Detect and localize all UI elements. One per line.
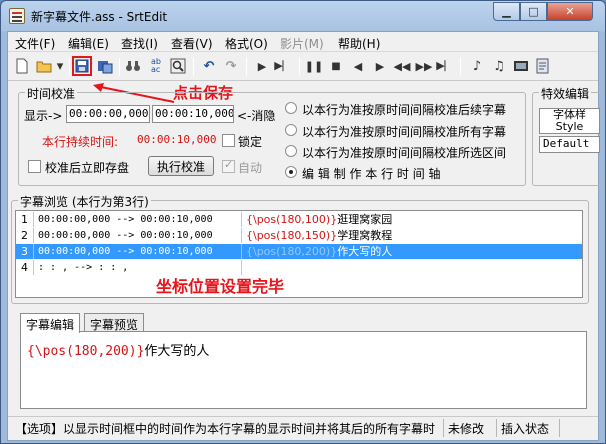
- subtitle-editor[interactable]: {\pos(180,200)}作大写的人: [20, 331, 587, 409]
- editor-tag: {\pos(180,200)}: [27, 344, 145, 359]
- open-dropdown-icon[interactable]: ▾: [53, 56, 67, 76]
- lock-label: 锁定: [238, 135, 263, 149]
- duration-label: 本行持续时间:: [42, 135, 119, 149]
- step-back-icon[interactable]: ◀: [348, 56, 368, 76]
- radio-all[interactable]: [285, 124, 297, 136]
- status-bar: 【选项】以显示时间框中的时间作为本行字幕的显示时间并将其后的所有字幕时 未修改 …: [8, 416, 598, 438]
- radio-range[interactable]: [285, 145, 297, 157]
- export-icon[interactable]: [533, 56, 553, 76]
- window-title: 新字幕文件.ass - SrtEdit: [31, 10, 168, 24]
- play-icon[interactable]: ▶: [252, 56, 272, 76]
- app-window: 新字幕文件.ass - SrtEdit ▁ □ ✕ 文件(F) 编辑(E) 查找…: [0, 0, 606, 444]
- subtitle-list[interactable]: 1 00:00:00,000 --> 00:00:10,000 {\pos(18…: [15, 210, 583, 298]
- find-icon[interactable]: [123, 56, 143, 76]
- done-annotation: 坐标位置设置完毕: [156, 277, 285, 296]
- subtitle-row-selected[interactable]: 3 00:00:00,000 --> 00:00:10,000 {\pos(18…: [16, 244, 582, 259]
- radio-edit-line-label: 编 辑 制 作 本 行 时 间 轴: [302, 167, 441, 181]
- menu-movie[interactable]: 影片(M): [280, 35, 324, 52]
- audio-wave-icon[interactable]: ♫: [489, 56, 509, 76]
- style-header: 字体样 Style: [539, 108, 600, 134]
- menu-edit[interactable]: 编辑(E): [68, 35, 109, 52]
- subtitle-row[interactable]: 4 : : , --> : : ,: [16, 260, 582, 275]
- style-value[interactable]: Default: [539, 136, 600, 153]
- style-label: Style: [555, 120, 584, 133]
- status-mode: 插入状态: [498, 419, 560, 437]
- replace-icon[interactable]: ab ac: [146, 56, 166, 76]
- maximize-button[interactable]: □: [520, 2, 547, 21]
- calibrate-button[interactable]: 执行校准: [148, 156, 214, 176]
- subtitle-row[interactable]: 1 00:00:00,000 --> 00:00:10,000 {\pos(18…: [16, 212, 582, 227]
- step-forward-icon[interactable]: ▶: [370, 56, 390, 76]
- radio-range-label: 以本行为准按原时间间隔校准所选区间: [302, 146, 507, 160]
- open-folder-icon[interactable]: [34, 56, 54, 76]
- tab-subtitle-edit[interactable]: 字幕编辑: [20, 313, 81, 333]
- auto-label: 自动: [238, 161, 263, 175]
- minimize-button[interactable]: ▁: [493, 2, 520, 21]
- radio-after-label: 以本行为准按原时间间隔校准后续字幕: [302, 103, 507, 117]
- end-time-input[interactable]: 00:00:10,000: [152, 105, 234, 123]
- title-bar: 新字幕文件.ass - SrtEdit ▁ □ ✕: [1, 1, 605, 31]
- menu-find[interactable]: 查找(I): [121, 35, 158, 52]
- timing-group-label: 时间校准: [25, 85, 78, 102]
- new-file-icon[interactable]: [12, 56, 32, 76]
- radio-after[interactable]: [285, 102, 297, 114]
- editor-text: 作大写的人: [144, 344, 210, 359]
- subtitle-row[interactable]: 2 00:00:00,000 --> 00:00:10,000 {\pos(18…: [16, 228, 582, 243]
- zoom-preview-icon[interactable]: [168, 56, 188, 76]
- play-step-icon[interactable]: ▶⎸: [274, 56, 294, 76]
- pause-icon[interactable]: ❚❚: [304, 56, 324, 76]
- status-modified: 未修改: [445, 419, 497, 437]
- fast-forward-icon[interactable]: ▶▶: [414, 56, 434, 76]
- autosave-label: 校准后立即存盘: [45, 161, 130, 175]
- autosave-checkbox[interactable]: [28, 160, 41, 173]
- menu-bar: 文件(F) 编辑(E) 查找(I) 查看(V) 格式(O) 影片(M) 帮助(H…: [8, 32, 598, 52]
- auto-checkbox[interactable]: [222, 158, 235, 173]
- display-label: 显示->: [24, 109, 63, 123]
- start-time-input[interactable]: 00:00:00,000: [66, 105, 150, 123]
- eliminate-label: <-消隐: [237, 109, 276, 123]
- save-as-icon[interactable]: [95, 56, 115, 76]
- audio-icon[interactable]: ♪: [467, 56, 487, 76]
- undo-icon[interactable]: ↶: [199, 56, 219, 76]
- save-icon[interactable]: [72, 56, 92, 76]
- rewind-icon[interactable]: ◀◀: [392, 56, 412, 76]
- skip-end-icon[interactable]: ▶⎸: [436, 56, 456, 76]
- redo-icon[interactable]: ↷: [221, 56, 241, 76]
- menu-file[interactable]: 文件(F): [15, 35, 55, 52]
- close-button[interactable]: ✕: [547, 2, 593, 21]
- menu-help[interactable]: 帮助(H): [338, 35, 380, 52]
- status-hint: 【选项】以显示时间框中的时间作为本行字幕的显示时间并将其后的所有字幕时: [12, 419, 444, 437]
- lock-checkbox[interactable]: [222, 134, 235, 147]
- radio-edit-line[interactable]: [285, 166, 297, 178]
- toolbar: ▾ ab ac ↶ ↷ ▶ ▶⎸ ❚❚ ■ ◀ ▶ ◀◀ ▶▶ ▶⎸ ♪ ♫: [8, 53, 598, 81]
- effects-group-label: 特效编辑: [539, 85, 592, 102]
- radio-all-label: 以本行为准按原时间间隔校准所有字幕: [302, 125, 507, 139]
- app-icon: [9, 8, 25, 24]
- tab-subtitle-preview[interactable]: 字幕预览: [84, 313, 145, 332]
- subtitle-list-label: 字幕浏览 (本行为第3行): [18, 193, 151, 210]
- video-frame-icon[interactable]: [511, 56, 531, 76]
- stop-icon[interactable]: ■: [326, 56, 346, 76]
- menu-format[interactable]: 格式(O): [225, 35, 268, 52]
- client-area: 文件(F) 编辑(E) 查找(I) 查看(V) 格式(O) 影片(M) 帮助(H…: [7, 31, 600, 441]
- menu-view[interactable]: 查看(V): [171, 35, 213, 52]
- duration-value: 00:00:10,000: [137, 133, 217, 146]
